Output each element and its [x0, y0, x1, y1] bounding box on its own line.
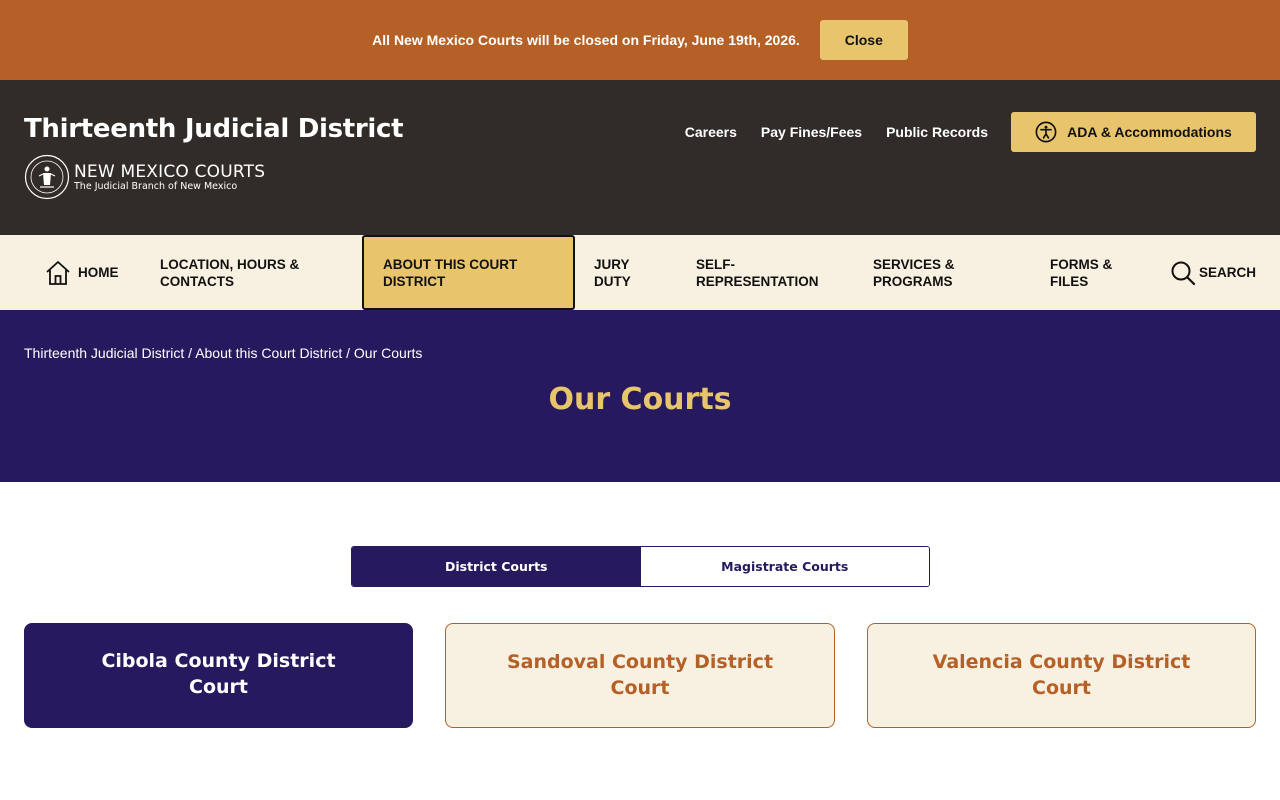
tab-magistrate-courts[interactable]: Magistrate Courts [640, 547, 929, 586]
site-title[interactable]: Thirteenth Judicial District [24, 114, 404, 144]
alert-message: All New Mexico Courts will be closed on … [372, 32, 800, 48]
nav-item-services[interactable]: SERVICES & PROGRAMS [873, 235, 983, 310]
nav-item-about[interactable]: ABOUT THIS COURT DISTRICT [362, 235, 575, 310]
search-icon [1171, 261, 1196, 285]
nav-item-home[interactable]: HOME [44, 235, 119, 310]
breadcrumb: Thirteenth Judicial District / About thi… [24, 345, 422, 361]
logo-name: NEW MEXICO COURTS [74, 161, 266, 182]
new-mexico-courts-logo[interactable]: NEW MEXICO COURTS The Judicial Branch of… [24, 154, 265, 200]
main-nav: HOME LOCATION, HOURS & CONTACTS ABOUT TH… [0, 235, 1280, 310]
court-type-tabs: District Courts Magistrate Courts [351, 546, 930, 587]
breadcrumb-separator: / [184, 345, 196, 361]
breadcrumb-link-about[interactable]: About this Court District [195, 345, 342, 361]
court-card-valencia[interactable]: Valencia County District Court [867, 623, 1256, 728]
site-header: Thirteenth Judicial District NEW MEXICO … [0, 80, 1280, 235]
ada-accommodations-button[interactable]: ADA & Accommodations [1011, 112, 1256, 152]
utility-links: Careers Pay Fines/Fees Public Records [685, 124, 988, 140]
breadcrumb-current: Our Courts [353, 345, 423, 361]
nav-item-location[interactable]: LOCATION, HOURS & CONTACTS [160, 235, 340, 310]
court-card-cibola[interactable]: Cibola County District Court [24, 623, 413, 728]
court-card-title: Sandoval County District Court [506, 651, 774, 699]
logo-tagline: The Judicial Branch of New Mexico [74, 180, 238, 192]
accessibility-icon [1035, 121, 1057, 143]
tab-district-courts[interactable]: District Courts [352, 547, 641, 586]
nav-label-search: SEARCH [1199, 265, 1257, 280]
court-seal-icon [24, 154, 70, 200]
nav-item-forms[interactable]: FORMS & FILES [1050, 235, 1140, 310]
page-title: Our Courts [548, 382, 732, 417]
nav-item-jury-duty[interactable]: JURY DUTY [594, 235, 654, 310]
nav-item-self-representation[interactable]: SELF-REPRESENTATION [696, 235, 836, 310]
breadcrumb-link-home[interactable]: Thirteenth Judicial District [24, 345, 184, 361]
close-alert-button[interactable]: Close [819, 20, 908, 60]
page-hero: Thirteenth Judicial District / About thi… [0, 310, 1280, 482]
public-records-link[interactable]: Public Records [886, 124, 988, 140]
alert-banner: All New Mexico Courts will be closed on … [0, 0, 1280, 80]
home-icon [46, 260, 70, 285]
pay-fines-link[interactable]: Pay Fines/Fees [761, 124, 862, 140]
breadcrumb-separator: / [342, 345, 354, 361]
nav-label-home: HOME [78, 265, 119, 280]
nav-item-search[interactable]: SEARCH [1170, 235, 1256, 310]
court-card-sandoval[interactable]: Sandoval County District Court [445, 623, 835, 728]
careers-link[interactable]: Careers [685, 124, 737, 140]
court-card-title: Cibola County District Court [101, 650, 336, 698]
ada-label: ADA & Accommodations [1067, 124, 1232, 140]
court-card-title: Valencia County District Court [932, 651, 1191, 699]
